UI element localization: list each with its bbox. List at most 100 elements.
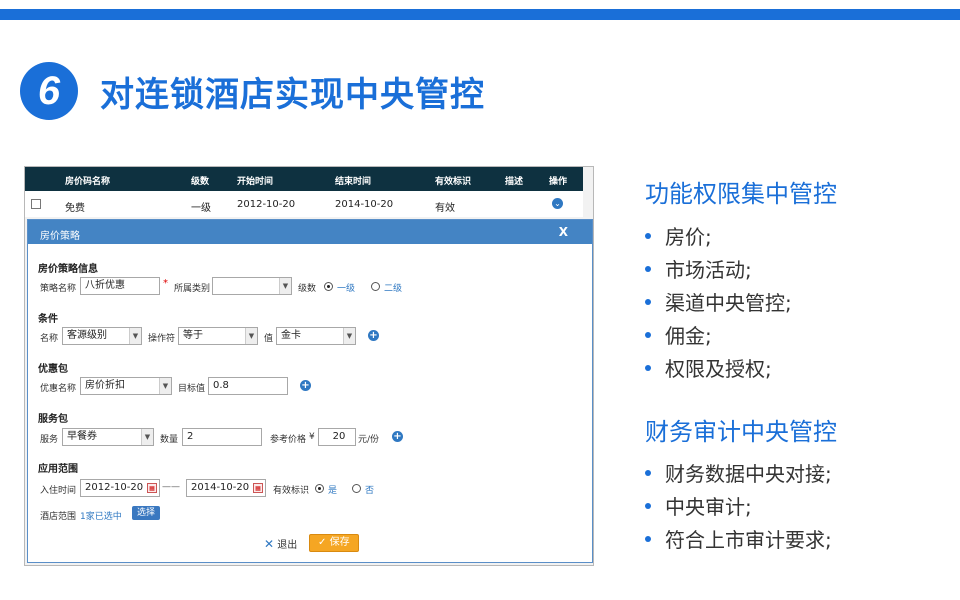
save-button[interactable]: ✓ 保存 <box>309 534 359 552</box>
value-label: 值 <box>264 334 274 344</box>
chevron-down-icon: ▼ <box>141 429 153 445</box>
package-name-select[interactable]: 房价折扣 ▼ <box>80 377 172 395</box>
col-action: 操作 <box>549 177 568 187</box>
group1-title: 功能权限集中管控 <box>645 180 837 208</box>
date-dash: —— <box>162 482 180 492</box>
currency-symbol: ¥ <box>309 432 315 442</box>
operator-label: 操作符 <box>148 334 176 344</box>
bullet-icon <box>645 298 651 305</box>
quantity-label: 数量 <box>160 435 179 445</box>
price-unit: 元/份 <box>358 435 380 445</box>
row-end: 2014-10-20 <box>335 199 394 210</box>
chevron-down-icon: ▼ <box>129 328 141 344</box>
section-condition: 条件 <box>38 314 58 325</box>
list-item: 佣金; <box>645 320 712 349</box>
bullet-icon <box>645 265 651 272</box>
price-strategy-dialog: 房价策略 X 房价策略信息 策略名称 八折优惠 * 所属类别 ▼ 级数 一级 二… <box>27 219 593 563</box>
col-start: 开始时间 <box>237 177 274 187</box>
start-date-input[interactable]: 2012-10-20 ▦ <box>80 479 160 497</box>
group2-title: 财务审计中央管控 <box>645 418 837 446</box>
list-item: 中央审计; <box>645 491 752 520</box>
list-item-text: 财务数据中央对接; <box>665 462 832 486</box>
level-option-2[interactable]: 二级 <box>384 281 402 294</box>
valid-label: 有效标识 <box>273 486 310 496</box>
chevron-down-icon: ▼ <box>245 328 257 344</box>
row-start: 2012-10-20 <box>237 199 296 210</box>
top-stripe <box>0 9 960 20</box>
level-radio-1[interactable] <box>324 282 333 291</box>
close-icon[interactable]: X <box>559 225 568 239</box>
col-end: 结束时间 <box>335 177 372 187</box>
level-option-1[interactable]: 一级 <box>337 281 355 294</box>
section-package: 优惠包 <box>38 364 68 375</box>
bullet-icon <box>645 535 651 542</box>
cond-name-label: 名称 <box>40 334 59 344</box>
valid-yes-radio[interactable] <box>315 484 324 493</box>
list-header: 房价码名称 级数 开始时间 结束时间 有效标识 描述 操作 <box>25 167 583 191</box>
check-icon: ✓ <box>318 537 327 548</box>
calendar-icon[interactable]: ▦ <box>253 483 263 493</box>
list-item-text: 符合上市审计要求; <box>665 528 832 552</box>
row-checkbox[interactable] <box>31 199 41 209</box>
strategy-name-input[interactable]: 八折优惠 <box>80 277 160 295</box>
valid-no-label[interactable]: 否 <box>365 483 374 496</box>
service-select[interactable]: 早餐券 ▼ <box>62 428 154 446</box>
chevron-down-icon: ▼ <box>159 378 171 394</box>
col-status: 有效标识 <box>435 177 472 187</box>
category-label: 所属类别 <box>174 284 211 294</box>
list-item: 市场活动; <box>645 254 752 283</box>
list-item: 符合上市审计要求; <box>645 524 832 553</box>
target-input[interactable]: 0.8 <box>208 377 288 395</box>
row-level: 一级 <box>191 203 211 214</box>
price-input[interactable]: 20 <box>318 428 356 446</box>
col-level: 级数 <box>191 177 210 187</box>
chevron-down-icon: ▼ <box>343 328 355 344</box>
exit-button[interactable]: ✕ 退出 <box>264 536 297 551</box>
strategy-name-label: 策略名称 <box>40 284 77 294</box>
app-screenshot: 房价码名称 级数 开始时间 结束时间 有效标识 描述 操作 免费 一级 2012… <box>24 166 594 566</box>
category-select[interactable]: ▼ <box>212 277 292 295</box>
level-label: 级数 <box>298 284 317 294</box>
chevron-down-icon: ▼ <box>279 278 291 294</box>
top-banner <box>0 0 960 20</box>
valid-yes-label[interactable]: 是 <box>328 483 337 496</box>
level-radio-2[interactable] <box>371 282 380 291</box>
quantity-input[interactable]: 2 <box>182 428 262 446</box>
target-label: 目标值 <box>178 384 206 394</box>
list-item-text: 市场活动; <box>665 258 752 282</box>
table-row[interactable]: 免费 一级 2012-10-20 2014-10-20 有效 ⌄ <box>25 191 583 217</box>
operator-select[interactable]: 等于 ▼ <box>178 327 258 345</box>
valid-no-radio[interactable] <box>352 484 361 493</box>
required-mark: * <box>163 278 168 289</box>
bullet-icon <box>645 364 651 371</box>
step-number-badge: 6 <box>20 62 78 120</box>
close-icon: ✕ <box>264 537 275 551</box>
section-heading: 6 对连锁酒店实现中央管控 <box>20 62 485 120</box>
calendar-icon[interactable]: ▦ <box>147 483 157 493</box>
dialog-titlebar: 房价策略 X <box>28 220 592 244</box>
row-status: 有效 <box>435 203 455 214</box>
section-basic: 房价策略信息 <box>38 264 98 275</box>
list-item-text: 中央审计; <box>665 495 752 519</box>
cond-name-select[interactable]: 客源级别 ▼ <box>62 327 142 345</box>
bullet-icon <box>645 469 651 476</box>
list-item-text: 权限及授权; <box>665 357 772 381</box>
bullet-icon <box>645 331 651 338</box>
list-item-text: 佣金; <box>665 324 712 348</box>
add-package-icon[interactable]: + <box>300 380 311 391</box>
dialog-title: 房价策略 <box>40 231 80 242</box>
list-item: 财务数据中央对接; <box>645 458 832 487</box>
value-select[interactable]: 金卡 ▼ <box>276 327 356 345</box>
list-item: 渠道中央管控; <box>645 287 792 316</box>
list-item: 权限及授权; <box>645 353 772 382</box>
end-date-input[interactable]: 2014-10-20 ▦ <box>186 479 266 497</box>
list-item: 房价; <box>645 221 712 250</box>
service-label: 服务 <box>40 435 59 445</box>
add-condition-icon[interactable]: + <box>368 330 379 341</box>
add-service-icon[interactable]: + <box>392 431 403 442</box>
col-desc: 描述 <box>505 177 524 187</box>
select-hotel-button[interactable]: 选择 <box>132 506 161 520</box>
hotel-selected-count[interactable]: 1家已选中 <box>80 509 122 522</box>
section-scope: 应用范围 <box>38 464 78 475</box>
chevron-down-icon[interactable]: ⌄ <box>552 198 563 209</box>
